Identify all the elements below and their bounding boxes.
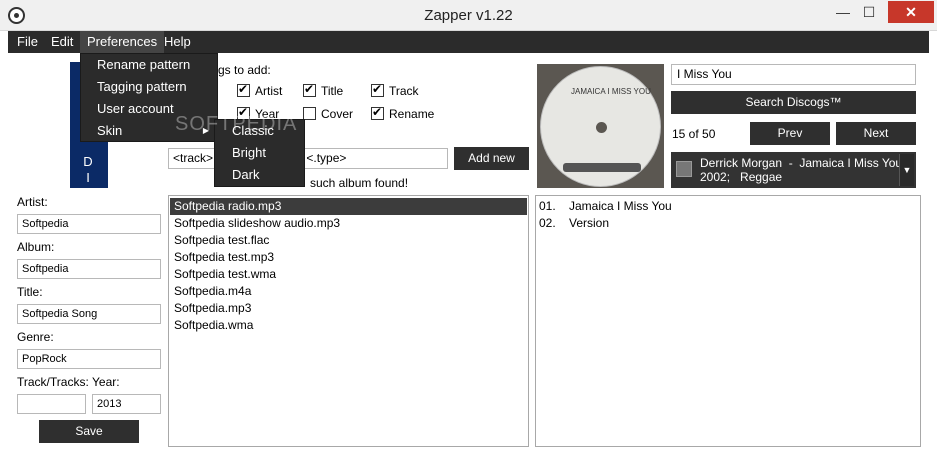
prev-button[interactable]: Prev xyxy=(750,122,830,145)
artist-field[interactable]: Softpedia xyxy=(17,214,161,234)
tag-rename-label: Rename xyxy=(389,107,435,121)
cover-art-image: JAMAICA I MISS YOU xyxy=(537,64,664,188)
file-item[interactable]: Softpedia test.flac xyxy=(170,232,527,249)
release-year-genre: 2002; Reggae xyxy=(700,170,783,184)
vinyl-label-text: JAMAICA I MISS YOU xyxy=(571,87,651,96)
status-message: such album found! xyxy=(310,176,409,190)
tag-artist-checkbox[interactable] xyxy=(237,82,250,97)
title-bar: Zapper v1.22 — ☐ ✕ xyxy=(0,0,937,31)
pattern-value-right: <.type> xyxy=(306,151,347,165)
discogs-search-input[interactable]: I Miss You xyxy=(671,64,916,85)
track-row[interactable]: 01. Jamaica I Miss You xyxy=(539,198,919,215)
menu-preferences[interactable]: Preferences xyxy=(80,31,165,53)
maximize-button[interactable]: ☐ xyxy=(856,1,882,23)
release-artist-title: Derrick Morgan - Jamaica I Miss You xyxy=(700,156,903,170)
file-item[interactable]: Softpedia test.wma xyxy=(170,266,527,283)
tag-track-checkbox[interactable] xyxy=(371,82,384,97)
tag-artist-label: Artist xyxy=(255,84,283,98)
menu-file[interactable]: File xyxy=(10,31,45,53)
skin-dark[interactable]: Dark xyxy=(215,164,304,186)
next-button[interactable]: Next xyxy=(836,122,916,145)
release-thumbnail-icon xyxy=(676,161,692,177)
track-label: Track/Tracks: xyxy=(17,375,89,389)
file-item[interactable]: Softpedia.mp3 xyxy=(170,300,527,317)
genre-field[interactable]: PopRock xyxy=(17,349,161,369)
file-item[interactable]: Softpedia.wma xyxy=(170,317,527,334)
title-field[interactable]: Softpedia Song xyxy=(17,304,161,324)
tag-title-checkbox[interactable] xyxy=(303,82,316,97)
vinyl-band xyxy=(563,163,641,172)
album-field[interactable]: Softpedia xyxy=(17,259,161,279)
file-item[interactable]: Softpedia radio.mp3 xyxy=(170,198,527,215)
file-list[interactable]: Softpedia radio.mp3 Softpedia slideshow … xyxy=(168,195,529,447)
genre-label: Genre: xyxy=(17,330,54,344)
pattern-value-left: <track>. xyxy=(173,151,217,165)
track-number: 02. xyxy=(539,216,556,230)
rename-pattern-input[interactable]: <track>. <.type> xyxy=(168,148,448,169)
track-title: Version xyxy=(569,216,610,230)
chevron-down-icon[interactable]: ▼ xyxy=(899,154,914,186)
menu-item-tagging-pattern[interactable]: Tagging pattern xyxy=(81,76,217,98)
watermark-text: SOFTPEDIA xyxy=(175,113,298,135)
menu-bar: File Edit Preferences Help xyxy=(8,31,929,53)
logo-text: D I A xyxy=(83,154,95,201)
menu-edit[interactable]: Edit xyxy=(44,31,80,53)
title-label: Title: xyxy=(17,285,43,299)
menu-help[interactable]: Help xyxy=(157,31,198,53)
file-item[interactable]: Softpedia.m4a xyxy=(170,283,527,300)
track-field[interactable] xyxy=(17,394,86,414)
result-counter: 15 of 50 xyxy=(672,127,716,141)
search-discogs-button[interactable]: Search Discogs™ xyxy=(671,91,916,114)
window-title: Zapper v1.22 xyxy=(424,7,513,24)
tags-heading: gs to add: xyxy=(218,63,271,77)
vinyl-record-graphic: JAMAICA I MISS YOU xyxy=(540,66,661,187)
menu-item-skin-label: Skin xyxy=(97,123,123,138)
tag-cover-label: Cover xyxy=(321,107,354,121)
track-number: 01. xyxy=(539,199,556,213)
skin-bright[interactable]: Bright xyxy=(215,142,304,164)
minimize-button[interactable]: — xyxy=(830,1,856,23)
vinyl-hole xyxy=(596,122,607,133)
track-list[interactable]: 01. Jamaica I Miss You 02. Version xyxy=(535,195,921,447)
tag-track-label: Track xyxy=(389,84,419,98)
menu-item-rename-pattern[interactable]: Rename pattern xyxy=(81,54,217,76)
add-new-tags-button[interactable]: Add new Tags xyxy=(454,147,529,188)
file-item[interactable]: Softpedia test.mp3 xyxy=(170,249,527,266)
tag-rename-checkbox[interactable] xyxy=(371,105,384,120)
close-button[interactable]: ✕ xyxy=(888,1,934,23)
track-row[interactable]: 02. Version xyxy=(539,215,919,232)
artist-label: Artist: xyxy=(17,195,48,209)
album-label: Album: xyxy=(17,240,55,254)
year-label: Year: xyxy=(92,375,120,389)
tag-title-label: Title xyxy=(321,84,344,98)
file-item[interactable]: Softpedia slideshow audio.mp3 xyxy=(170,215,527,232)
release-selector[interactable]: Derrick Morgan - Jamaica I Miss You 2002… xyxy=(671,152,916,188)
year-field[interactable]: 2013 xyxy=(92,394,161,414)
save-button[interactable]: Save xyxy=(39,420,139,443)
track-title: Jamaica I Miss You xyxy=(569,199,672,213)
